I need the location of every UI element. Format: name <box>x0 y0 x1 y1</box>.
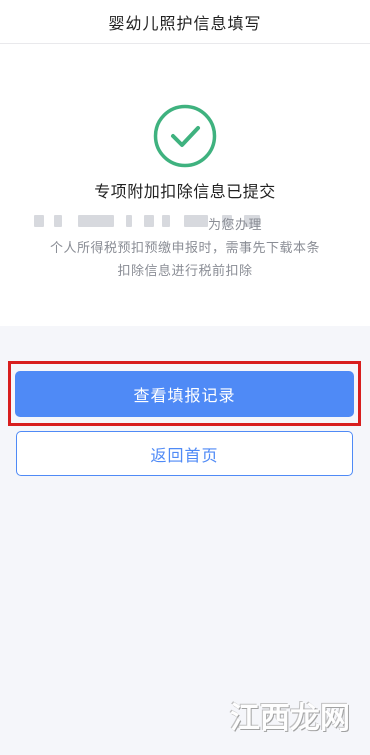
page: 婴幼儿照护信息填写 专项附加扣除信息已提交 为您办理 个人所得税预扣预缴申报时，… <box>0 0 370 755</box>
result-title: 专项附加扣除信息已提交 <box>94 182 276 201</box>
back-home-button[interactable]: 返回首页 <box>16 431 353 476</box>
navbar: 婴幼儿照护信息填写 <box>0 0 370 44</box>
result-desc-line3: 扣除信息进行税前扣除 <box>117 264 253 279</box>
check-circle-icon <box>153 104 217 168</box>
result-card: 专项附加扣除信息已提交 为您办理 个人所得税预扣预缴申报时，需事先下载本条 扣除… <box>0 44 370 326</box>
watermark: 江西龙网 <box>230 701 350 736</box>
result-desc-line1: 为您办理 <box>207 218 262 233</box>
result-desc-line2: 个人所得税预扣预缴申报时，需事先下载本条 <box>49 241 320 256</box>
view-records-button[interactable]: 查看填报记录 <box>15 371 354 417</box>
page-title: 婴幼儿照护信息填写 <box>108 13 262 33</box>
